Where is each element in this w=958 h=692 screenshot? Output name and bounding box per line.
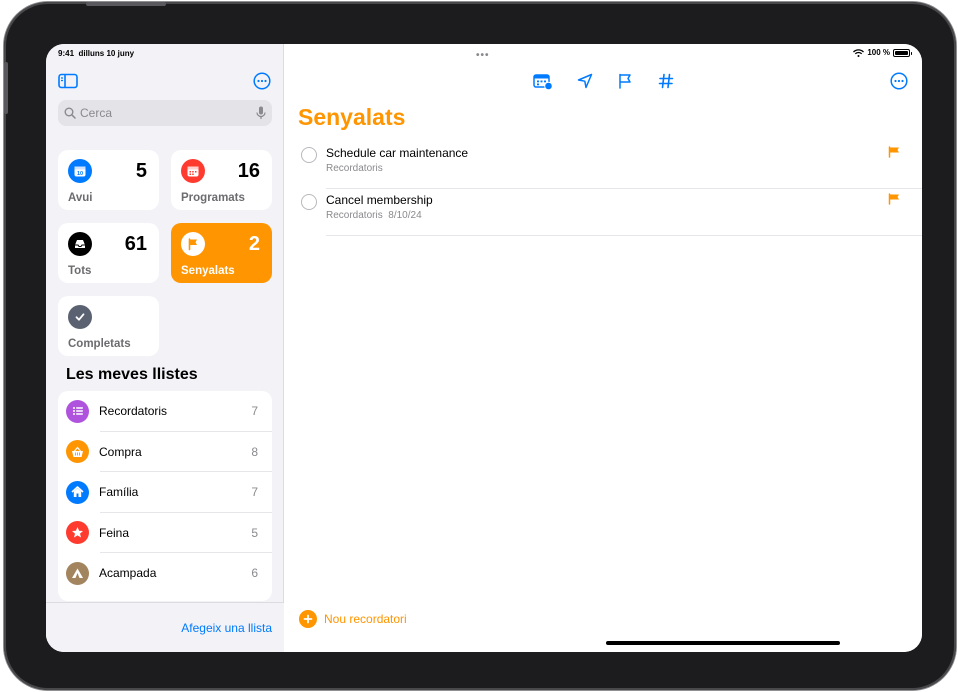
add-list-button[interactable]: Afegeix una llista: [181, 621, 272, 635]
reminder-title[interactable]: Cancel membership: [326, 193, 433, 207]
smart-list-count: 2: [248, 233, 260, 255]
status-date: dilluns 10 juny: [78, 49, 135, 58]
battery-percent: 100 %: [867, 48, 890, 57]
list-item-count: 6: [251, 566, 258, 581]
list-item-count: 8: [251, 444, 258, 459]
basket-icon: [66, 440, 89, 464]
location-arrow-icon: [577, 73, 593, 89]
top-button: [86, 2, 166, 6]
reminder-list-name: Recordatoris: [326, 163, 383, 174]
tent-icon: [66, 561, 89, 585]
screen: 9:41 dilluns 10 juny Cerca 10 5 Avui 16 …: [46, 44, 922, 652]
calendar-today-icon: 10: [68, 159, 92, 183]
hashtag-icon: [658, 73, 674, 89]
smart-list-label: Programats: [181, 192, 245, 204]
reminder-subtitle: Recordatoris: [326, 163, 383, 174]
list-item-count: 7: [251, 485, 258, 500]
reminder-list-name: Recordatoris: [326, 210, 383, 221]
ipad-frame: 9:41 dilluns 10 juny Cerca 10 5 Avui 16 …: [4, 2, 956, 690]
smart-list-flagged[interactable]: 2 Senyalats: [171, 223, 272, 283]
flag-icon: [888, 193, 900, 205]
flag-toolbar-button[interactable]: [615, 72, 635, 90]
reminder-row[interactable]: Schedule car maintenance Recordatoris: [285, 142, 922, 189]
checkmark-icon: [68, 305, 92, 329]
list-item-name: Compra: [99, 444, 142, 459]
search-icon: [64, 107, 76, 119]
plus-circle-icon: [299, 610, 317, 628]
flag-icon: [181, 232, 205, 256]
svg-text:10: 10: [77, 171, 83, 177]
wifi-icon: [853, 48, 865, 57]
date-toolbar-button[interactable]: [533, 72, 553, 90]
status-indicators: 100 %: [853, 48, 912, 57]
my-lists: Recordatoris 7 Compra 8 Família 7 Feina …: [58, 391, 272, 601]
home-indicator[interactable]: [606, 641, 840, 645]
smart-list-label: Avui: [68, 192, 93, 204]
microphone-icon[interactable]: [256, 106, 266, 120]
star-icon: [66, 521, 89, 545]
new-reminder-label: Nou recordatori: [324, 612, 407, 626]
smart-list-label: Tots: [68, 265, 92, 277]
reminder-complete-checkbox[interactable]: [301, 194, 317, 210]
page-title: Senyalats: [298, 104, 406, 130]
smart-list-scheduled[interactable]: 16 Programats: [171, 150, 272, 210]
main-content: ••• 100 % Senyalats Schedule car mainten…: [285, 44, 922, 652]
list-item-name: Família: [99, 485, 139, 500]
list-icon: [66, 399, 89, 423]
ellipsis-circle-icon: [253, 72, 271, 90]
reminder-complete-checkbox[interactable]: [301, 147, 317, 163]
flag-icon: [888, 146, 900, 158]
smart-list-count: 61: [124, 233, 147, 255]
sidebar-footer: Afegeix una llista: [46, 602, 284, 652]
list-item-count: 7: [251, 404, 258, 419]
reminder-date: 8/10/24: [388, 210, 422, 221]
list-item-name: Feina: [99, 525, 130, 540]
sidebar-toggle-button[interactable]: [58, 72, 78, 90]
battery-icon: [893, 48, 912, 57]
location-toolbar-button[interactable]: [575, 72, 595, 90]
volume-button: [4, 62, 8, 114]
house-icon: [66, 480, 89, 504]
status-time-date: 9:41 dilluns 10 juny: [58, 49, 134, 58]
list-item-acampada[interactable]: Acampada 6: [58, 553, 272, 594]
status-time: 9:41: [58, 49, 75, 58]
search-placeholder: Cerca: [80, 106, 113, 120]
reminder-row[interactable]: Cancel membership Recordatoris 8/10/24: [285, 189, 922, 236]
list-item-name: Recordatoris: [99, 404, 168, 419]
search-field[interactable]: Cerca: [58, 100, 272, 126]
list-item-count: 5: [251, 525, 258, 540]
multitasking-dots[interactable]: •••: [476, 50, 490, 61]
calendar-icon: [181, 159, 205, 183]
list-item-feina[interactable]: Feina 5: [58, 513, 272, 554]
new-reminder-button[interactable]: Nou recordatori: [299, 610, 407, 628]
calendar-badge-icon: [533, 73, 553, 90]
flag-outline-icon: [619, 73, 631, 89]
smart-list-completed[interactable]: Completats: [58, 296, 159, 356]
smart-list-label: Senyalats: [181, 265, 235, 277]
sidebar: 9:41 dilluns 10 juny Cerca 10 5 Avui 16 …: [46, 44, 284, 652]
list-item-name: Acampada: [99, 566, 157, 581]
smart-list-count: 5: [135, 160, 147, 182]
reminder-title[interactable]: Schedule car maintenance: [326, 146, 468, 160]
smart-list-count: 16: [237, 160, 260, 182]
smart-list-all[interactable]: 61 Tots: [58, 223, 159, 283]
list-item-compra[interactable]: Compra 8: [58, 432, 272, 473]
tray-icon: [68, 232, 92, 256]
main-more-button[interactable]: [889, 72, 909, 90]
sidebar-toggle-icon: [58, 73, 78, 89]
smart-list-today[interactable]: 10 5 Avui: [58, 150, 159, 210]
list-item-familia[interactable]: Família 7: [58, 472, 272, 513]
smart-list-label: Completats: [68, 338, 131, 350]
sidebar-more-button[interactable]: [252, 72, 272, 90]
list-item-recordatoris[interactable]: Recordatoris 7: [58, 391, 272, 432]
ellipsis-circle-icon: [890, 72, 908, 90]
reminder-subtitle: Recordatoris 8/10/24: [326, 210, 422, 221]
my-lists-heading: Les meves llistes: [66, 366, 198, 383]
tag-toolbar-button[interactable]: [656, 72, 676, 90]
